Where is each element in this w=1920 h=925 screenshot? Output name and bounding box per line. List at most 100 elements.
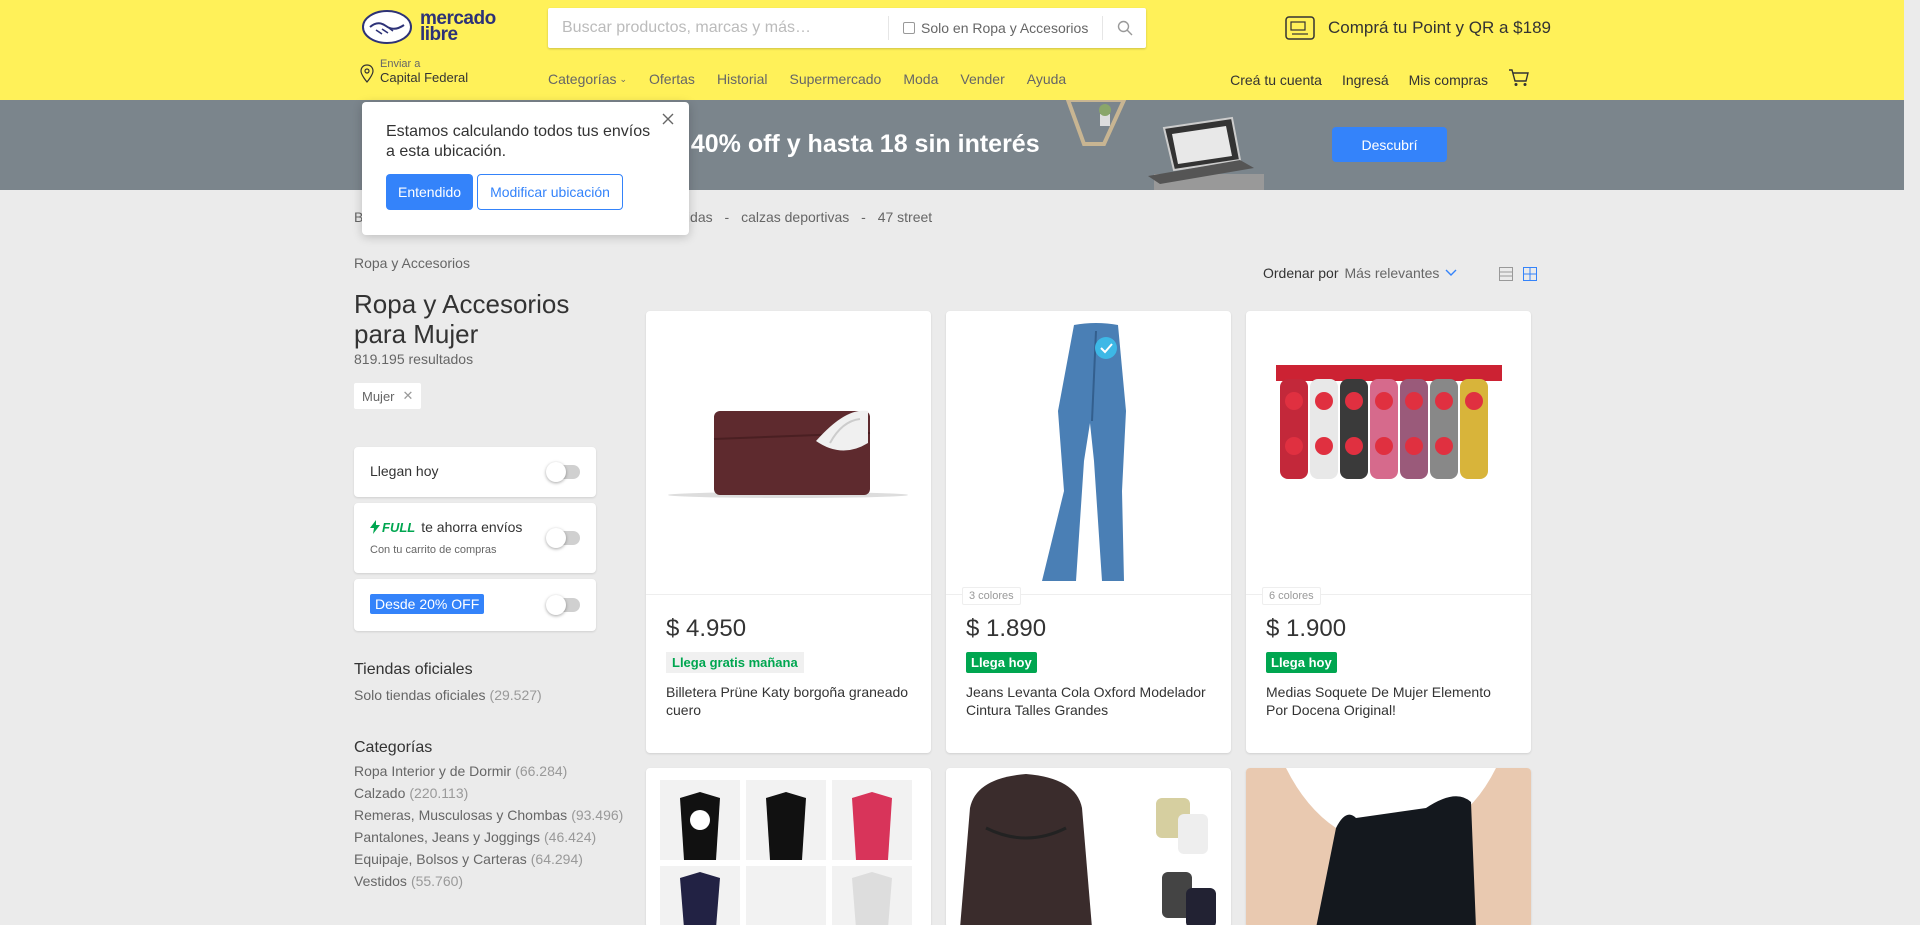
category-qty: (55.760)	[410, 873, 464, 889]
point-promo[interactable]: Comprá tu Point y QR a $189	[1284, 14, 1551, 42]
location-value: Capital Federal	[380, 70, 469, 85]
related-separator: -	[724, 209, 730, 225]
variants-badge: 6 colores	[1262, 587, 1321, 605]
category-label: Vestidos	[354, 873, 407, 889]
cart-icon	[1509, 69, 1529, 86]
nav-historial[interactable]: Historial	[717, 71, 768, 87]
sort-dropdown[interactable]: Ordenar por Más relevantes	[1263, 265, 1457, 281]
logo-text: mercado libre	[420, 9, 496, 45]
full-row: FULL te ahorra envíos	[370, 519, 522, 535]
main-nav: Categorías ⌄ Ofertas Historial Supermerca…	[548, 71, 1088, 87]
nav-vender[interactable]: Vender	[960, 71, 1004, 87]
categories-list: Ropa Interior y de Dormir (66.284) Calzad…	[354, 763, 634, 889]
product-image	[946, 311, 1231, 595]
discover-button[interactable]: Descubrí	[1332, 127, 1447, 162]
product-price: $ 1.900	[1266, 615, 1347, 642]
location-label: Enviar a	[380, 58, 421, 70]
nav-categorias[interactable]: Categorías ⌄	[548, 71, 627, 87]
nav-supermercado[interactable]: Supermercado	[790, 71, 882, 87]
my-purchases-link[interactable]: Mis compras	[1409, 72, 1488, 88]
shipping-location[interactable]: Enviar a Capital Federal	[360, 58, 468, 86]
page-title: Ropa y Accesorios para Mujer	[354, 289, 570, 349]
chevron-down-icon	[1445, 269, 1457, 276]
arrive-today-label: Llegan hoy	[370, 463, 439, 479]
handshake-logo-icon	[362, 10, 412, 44]
header: mercado libre Solo en Ropa y Accesorios …	[0, 0, 1904, 100]
category-item[interactable]: Vestidos (55.760)	[354, 873, 634, 889]
category-item[interactable]: Remeras, Musculosas y Chombas (93.496)	[354, 807, 634, 823]
arrive-today-toggle[interactable]	[546, 462, 580, 482]
list-view-icon[interactable]	[1498, 266, 1514, 287]
product-price: $ 1.890	[966, 615, 1047, 642]
point-device-icon	[1284, 14, 1318, 42]
promo-banner[interactable]: a 40% off y hasta 18 sin interés Descubr…	[0, 100, 1904, 190]
category-filter-label: Solo en Ropa y Accesorios	[921, 20, 1089, 36]
related-list: adidas - calzas deportivas - 47 street	[671, 209, 940, 225]
product-title[interactable]: Medias Soquete De Mujer Elemento Por Doc…	[1266, 683, 1510, 719]
discount-toggle[interactable]	[546, 595, 580, 615]
breadcrumb[interactable]: Ropa y Accesorios	[354, 255, 634, 271]
product-image	[646, 311, 931, 595]
logo-line-2: libre	[420, 24, 458, 45]
product-title[interactable]: Jeans Levanta Cola Oxford Modelador Cint…	[966, 683, 1210, 719]
product-image	[946, 768, 1231, 925]
product-card[interactable]: $ 4.950 Llega gratis mañana Billetera Pr…	[646, 311, 931, 753]
search-input[interactable]	[548, 8, 888, 48]
applied-filter-chip[interactable]: Mujer ✕	[354, 383, 422, 409]
modify-location-button[interactable]: Modificar ubicación	[477, 174, 623, 210]
sort-label: Ordenar por	[1263, 265, 1339, 281]
product-card[interactable]	[1246, 768, 1531, 925]
shipping-badge: Llega gratis mañana	[666, 652, 804, 673]
category-item[interactable]: Calzado (220.113)	[354, 785, 634, 801]
official-stores-qty: (29.527)	[489, 687, 542, 703]
close-icon[interactable]	[661, 112, 675, 126]
nav-ofertas[interactable]: Ofertas	[649, 71, 695, 87]
results-count: 819.195 resultados	[354, 351, 474, 367]
grid-view-icon[interactable]	[1522, 266, 1538, 287]
category-item[interactable]: Ropa Interior y de Dormir (66.284)	[354, 763, 634, 779]
shipping-badge: Llega hoy	[966, 652, 1037, 673]
laptop-illustration	[1064, 100, 1264, 190]
product-card[interactable]	[646, 768, 931, 925]
login-link[interactable]: Ingresá	[1342, 72, 1389, 88]
product-card[interactable]	[946, 768, 1231, 925]
category-label: Pantalones, Jeans y Joggings	[354, 829, 541, 845]
view-toggle	[1490, 266, 1538, 287]
product-card[interactable]: 6 colores $ 1.900 Llega hoy Medias Soque…	[1246, 311, 1531, 753]
full-toggle[interactable]	[546, 528, 580, 548]
category-item[interactable]: Equipaje, Bolsos y Carteras (64.294)	[354, 851, 634, 867]
promo-text: Comprá tu Point y QR a $189	[1328, 18, 1552, 37]
full-text: te ahorra envíos	[421, 519, 523, 535]
account-nav: Creá tu cuenta Ingresá Mis compras	[1210, 69, 1530, 90]
remove-filter-icon[interactable]: ✕	[403, 388, 414, 404]
official-stores-link[interactable]: Solo tiendas oficiales (29.527)	[354, 687, 634, 703]
category-label: Ropa Interior y de Dormir	[354, 763, 512, 779]
related-item[interactable]: calzas deportivas	[741, 209, 849, 225]
official-stores-title: Tiendas oficiales	[354, 661, 473, 678]
category-filter-checkbox[interactable]: Solo en Ropa y Accesorios	[888, 16, 1102, 40]
variants-badge: 3 colores	[962, 587, 1021, 605]
banner-text: a 40% off y hasta 18 sin interés	[670, 130, 1040, 158]
mercadolibre-logo[interactable]: mercado libre	[362, 9, 496, 45]
cart-button[interactable]	[1508, 69, 1530, 90]
full-subtitle: Con tu carrito de compras	[370, 544, 497, 556]
product-title[interactable]: Billetera Prüne Katy borgoña graneado cu…	[666, 683, 910, 719]
create-account-link[interactable]: Creá tu cuenta	[1230, 72, 1322, 88]
nav-moda[interactable]: Moda	[903, 71, 938, 87]
category-qty: (220.113)	[409, 785, 469, 801]
filters-sidebar: Ropa y Accesorios Ropa y Accesorios para…	[354, 255, 634, 889]
location-pin-icon	[360, 64, 374, 83]
chip-label: Mujer	[362, 388, 395, 404]
nav-ayuda[interactable]: Ayuda	[1027, 71, 1066, 87]
product-card[interactable]: 3 colores $ 1.890 Llega hoy Jeans Levant…	[946, 311, 1231, 753]
understood-button[interactable]: Entendido	[386, 174, 474, 210]
category-item[interactable]: Pantalones, Jeans y Joggings (46.424)	[354, 829, 634, 845]
related-item[interactable]: 47 street	[878, 209, 932, 225]
search-button[interactable]	[1102, 16, 1146, 40]
chevron-down-icon: ⌄	[619, 73, 628, 84]
related-separator: -	[861, 209, 866, 225]
category-label: Equipaje, Bolsos y Carteras	[354, 851, 527, 867]
nav-categorias-label: Categorías	[548, 71, 617, 87]
discount-label: Desde 20% OFF	[370, 594, 485, 614]
category-label: Remeras, Musculosas y Chombas	[354, 807, 568, 823]
